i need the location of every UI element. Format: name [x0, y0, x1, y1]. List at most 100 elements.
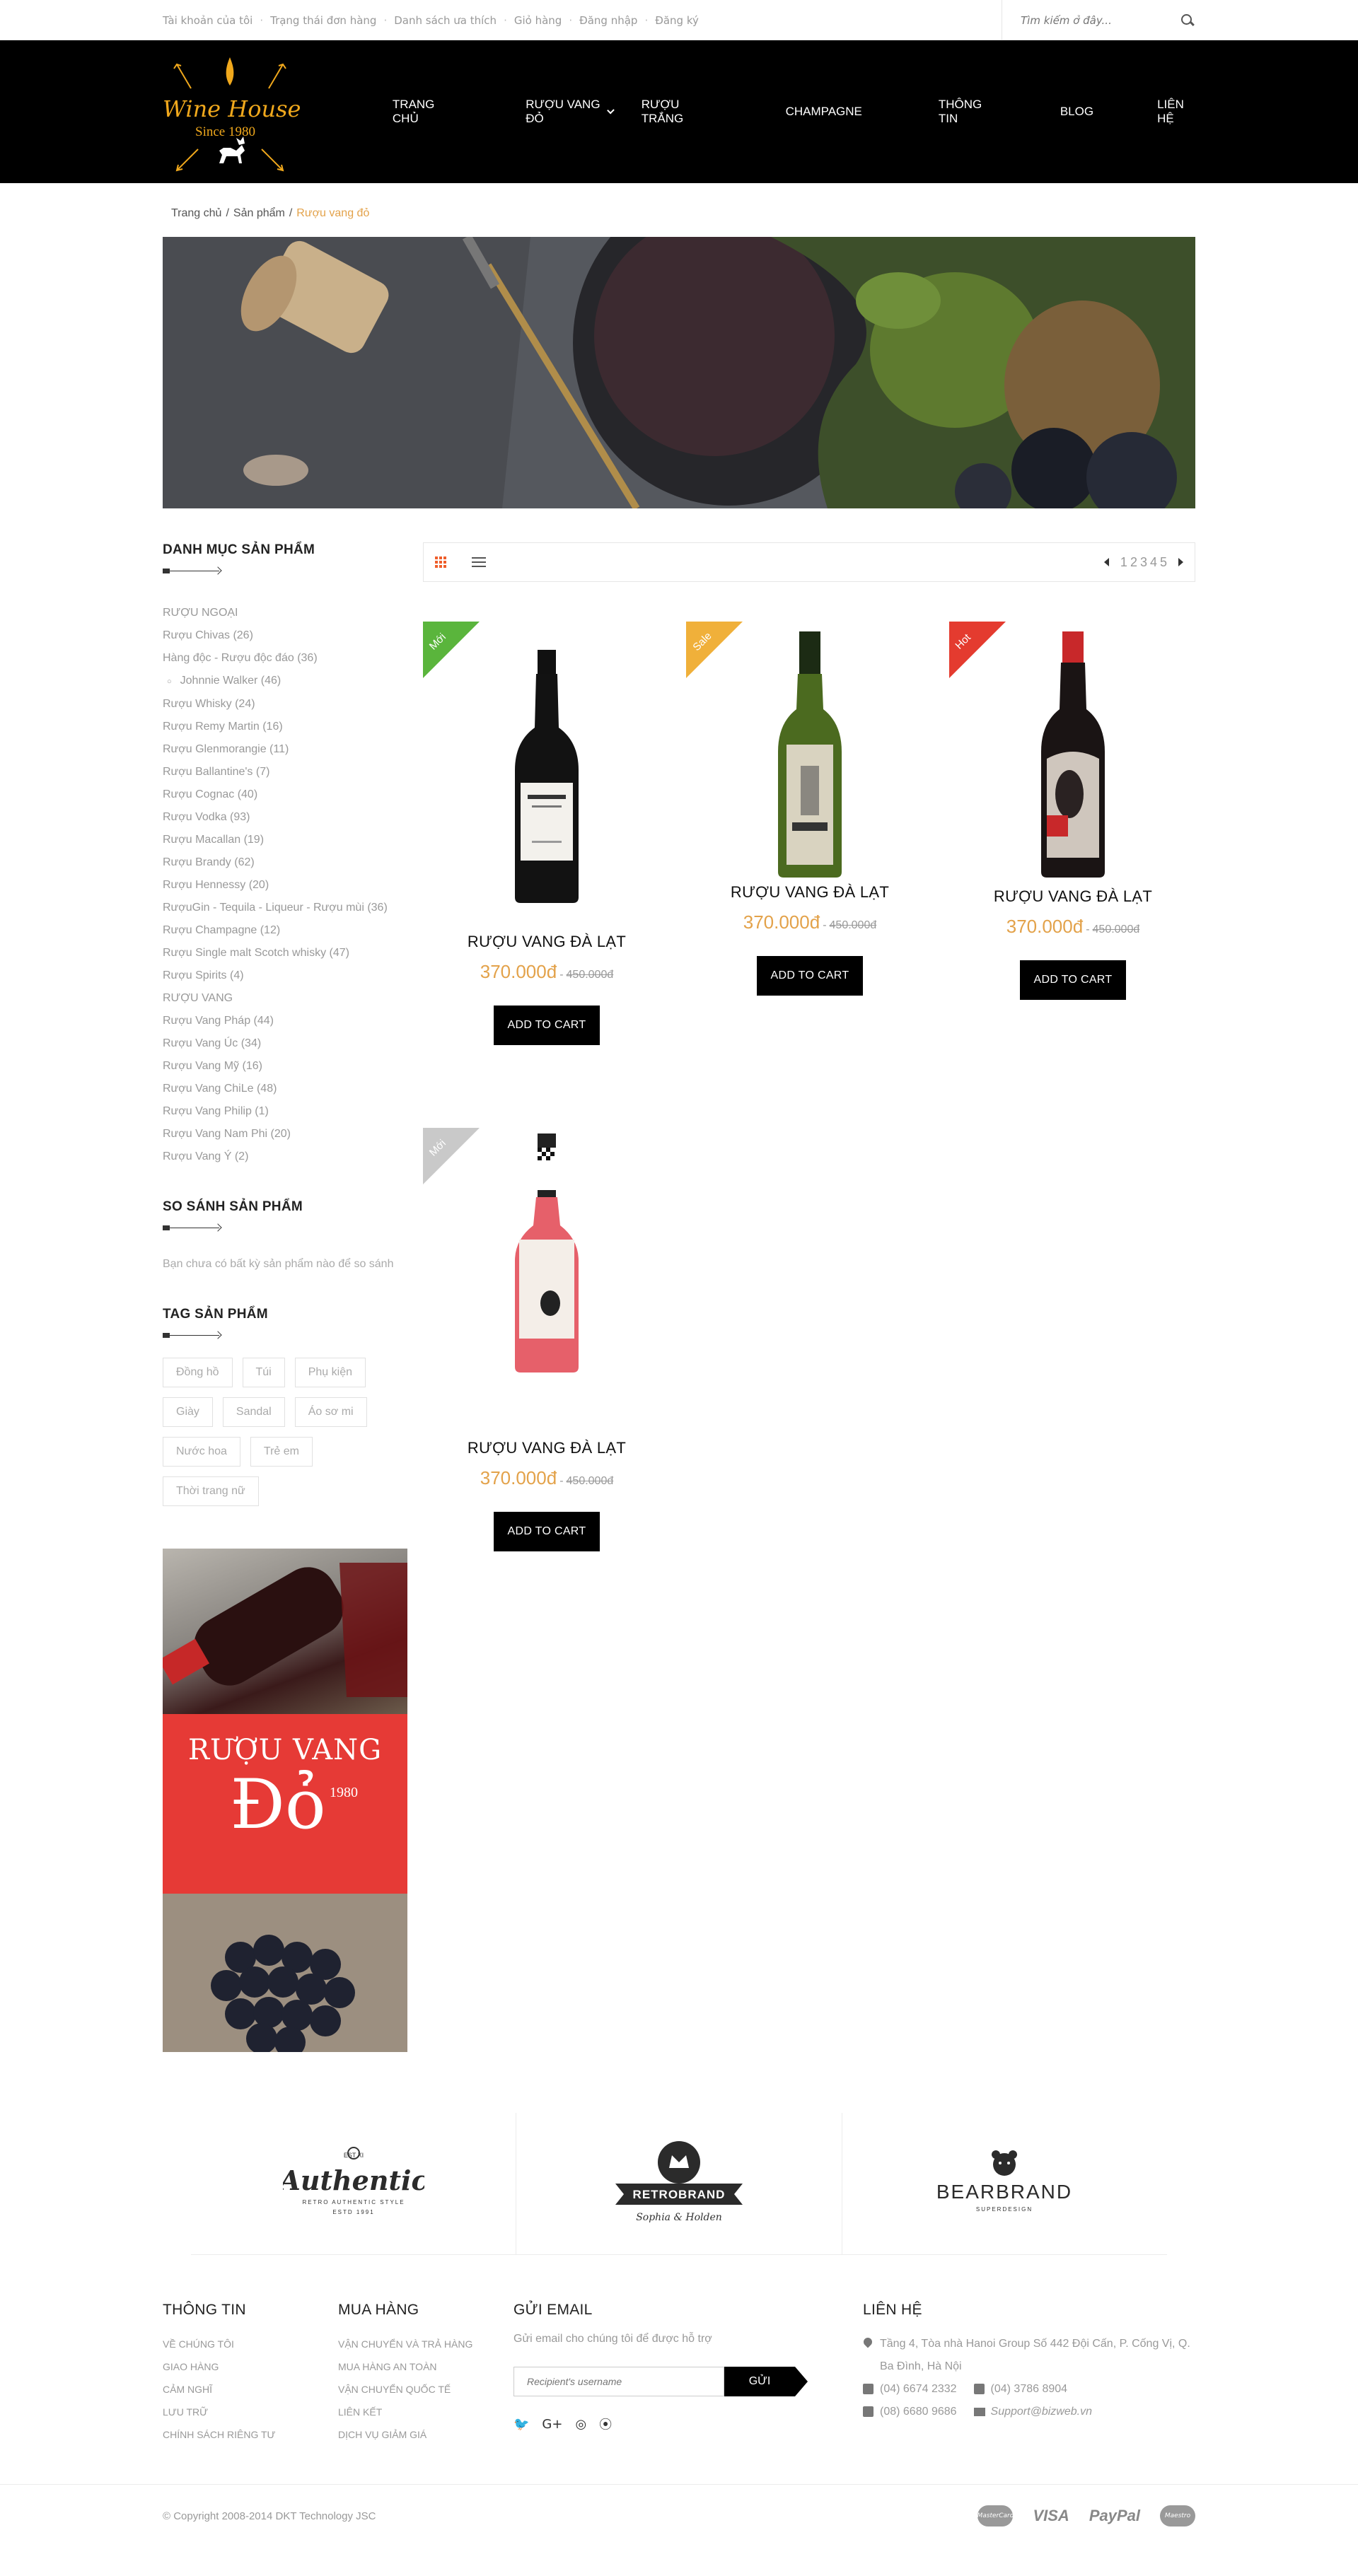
nav-blog[interactable]: BLOG — [1060, 98, 1093, 126]
twitter-icon[interactable]: 🐦 — [513, 2417, 529, 2432]
footer-link[interactable]: MUA HÀNG AN TOÀN — [338, 2355, 513, 2378]
footer-link[interactable]: VỀ CHÚNG TÔI — [163, 2333, 338, 2355]
search-icon[interactable] — [1180, 13, 1195, 28]
category-item[interactable]: Rượu Vang Nam Phi (20) — [163, 1123, 407, 1146]
link-cart[interactable]: Giỏ hàng — [514, 14, 562, 27]
link-my-account[interactable]: Tài khoản của tôi — [163, 14, 253, 27]
footer-shop: MUA HÀNG VẬN CHUYỂN VÀ TRẢ HÀNG MUA HÀNG… — [338, 2302, 513, 2446]
product-image[interactable] — [423, 622, 671, 933]
footer-link[interactable]: CẢM NGHĨ — [163, 2378, 338, 2401]
product-image[interactable] — [949, 622, 1197, 887]
category-item[interactable]: RƯỢU NGOẠI — [163, 602, 407, 624]
category-item[interactable]: Rượu Glenmorangie (11) — [163, 738, 407, 761]
link-login[interactable]: Đăng nhập — [579, 14, 637, 27]
category-item[interactable]: Rượu Vang Ý (2) — [163, 1146, 407, 1168]
category-item[interactable]: Rượu Remy Martin (16) — [163, 716, 407, 738]
nav-contact[interactable]: LIÊN HỆ — [1157, 98, 1195, 126]
product-name[interactable]: RƯỢU VANG ĐÀ LẠT — [423, 933, 671, 951]
page-link[interactable]: 5 — [1160, 555, 1167, 570]
tag[interactable]: Thời trang nữ — [163, 1476, 259, 1506]
product-name[interactable]: RƯỢU VANG ĐÀ LẠT — [423, 1439, 671, 1457]
category-item[interactable]: Rượu Chivas (26) — [163, 624, 407, 647]
support-email[interactable]: Support@bizweb.vn — [991, 2401, 1092, 2423]
brand-retrobrand[interactable]: RETROBRAND Sophia & Holden — [516, 2113, 841, 2254]
breadcrumb-home[interactable]: Trang chủ — [171, 207, 221, 219]
link-wishlist[interactable]: Danh sách ưa thích — [394, 14, 497, 27]
product-image[interactable] — [423, 1128, 671, 1439]
next-page-icon[interactable] — [1178, 558, 1183, 566]
category-item[interactable]: Rượu Vang ChiLe (48) — [163, 1078, 407, 1100]
copyright-bar: © Copyright 2008-2014 DKT Technology JSC… — [0, 2484, 1358, 2546]
tag[interactable]: Nước hoa — [163, 1437, 240, 1467]
link-register[interactable]: Đăng ký — [655, 14, 699, 27]
newsletter-email-input[interactable] — [513, 2367, 724, 2396]
google-plus-icon[interactable]: G+ — [542, 2417, 562, 2432]
product-image[interactable] — [686, 622, 934, 883]
footer-link[interactable]: CHÍNH SÁCH RIÊNG TƯ — [163, 2423, 338, 2446]
list-view-icon[interactable] — [472, 557, 486, 567]
category-item[interactable]: Rượu Spirits (4) — [163, 964, 407, 987]
category-item[interactable]: Rượu Champagne (12) — [163, 919, 407, 942]
ad-title-line2: Đỏ — [230, 1765, 326, 1844]
brand-authentic[interactable]: EST XI Authentic RETRO AUTHENTIC STYLE E… — [191, 2113, 516, 2254]
category-item[interactable]: Rượu Vang Mỹ (16) — [163, 1055, 407, 1078]
category-item[interactable]: Rượu Vodka (93) — [163, 806, 407, 829]
add-to-cart-button[interactable]: ADD TO CART — [493, 1512, 600, 1551]
tag[interactable]: Sandal — [222, 1397, 285, 1427]
product-name[interactable]: RƯỢU VANG ĐÀ LẠT — [949, 887, 1197, 906]
category-item[interactable]: Rượu Cognac (40) — [163, 783, 407, 806]
tag[interactable]: Đồng hồ — [163, 1358, 233, 1387]
category-item[interactable]: Rượu Ballantine's (7) — [163, 761, 407, 783]
page-link[interactable]: 1 — [1120, 555, 1127, 570]
category-item[interactable]: Rượu Vang Pháp (44) — [163, 1010, 407, 1032]
logo[interactable]: Wine House Since 1980 — [163, 52, 301, 172]
category-item[interactable]: Rượu Single malt Scotch whisky (47) — [163, 942, 407, 964]
footer-link[interactable]: DỊCH VỤ GIẢM GIÁ — [338, 2423, 513, 2446]
dribbble-icon[interactable]: ◎ — [575, 2417, 586, 2432]
category-item[interactable]: Rượu Vang Philip (1) — [163, 1100, 407, 1123]
category-item[interactable]: Rượu Vang Úc (34) — [163, 1032, 407, 1055]
nav-champagne[interactable]: CHAMPAGNE — [786, 98, 862, 126]
footer-link[interactable]: VẬN CHUYỂN VÀ TRẢ HÀNG — [338, 2333, 513, 2355]
nav-home[interactable]: TRANG CHỦ — [393, 98, 451, 126]
nav-red-wine[interactable]: RƯỢU VANG ĐỎ — [526, 98, 615, 126]
prev-page-icon[interactable] — [1103, 558, 1109, 566]
rss-icon[interactable]: ⦿ — [599, 2415, 612, 2433]
sidebar-ad-banner[interactable]: RƯỢU VANG Đỏ 1980 — [163, 1549, 407, 2052]
link-order-status[interactable]: Trạng thái đơn hàng — [270, 14, 376, 27]
category-item[interactable]: Johnnie Walker (46) — [163, 670, 407, 693]
footer-email-text: Gửi email cho chúng tôi để được hỗ trợ — [513, 2333, 712, 2345]
newsletter-send-button[interactable]: GỬI — [724, 2367, 808, 2396]
category-item[interactable]: Rượu Brandy (62) — [163, 851, 407, 874]
tag[interactable]: Phụ kiện — [294, 1358, 366, 1387]
category-item[interactable]: RƯỢU VANG — [163, 987, 407, 1010]
page-link[interactable]: 3 — [1140, 555, 1147, 570]
category-item[interactable]: Rượu Macallan (19) — [163, 829, 407, 851]
nav-info[interactable]: THÔNG TIN — [939, 98, 992, 126]
footer-link[interactable]: GIAO HÀNG — [163, 2355, 338, 2378]
tag[interactable]: Áo sơ mi — [294, 1397, 367, 1427]
product-name[interactable]: RƯỢU VANG ĐÀ LẠT — [686, 883, 934, 902]
tag[interactable]: Giày — [163, 1397, 213, 1427]
search-input[interactable] — [1021, 13, 1162, 27]
nav-white-wine[interactable]: RƯỢU TRẮNG — [642, 98, 709, 126]
product-price: 370.000đ — [743, 911, 820, 933]
add-to-cart-button[interactable]: ADD TO CART — [756, 956, 864, 996]
footer-link[interactable]: LIÊN KẾT — [338, 2401, 513, 2423]
footer-link[interactable]: VẬN CHUYỂN QUỐC TẾ — [338, 2378, 513, 2401]
page-link[interactable]: 4 — [1150, 555, 1157, 570]
add-to-cart-button[interactable]: ADD TO CART — [1019, 960, 1127, 1000]
page-link[interactable]: 2 — [1130, 555, 1137, 570]
category-item[interactable]: Rượu Hennessy (20) — [163, 874, 407, 897]
footer-link[interactable]: LƯU TRỮ — [163, 2401, 338, 2423]
category-item[interactable]: Rượu Whisky (24) — [163, 693, 407, 716]
tag[interactable]: Trẻ em — [250, 1437, 313, 1467]
breadcrumb-products[interactable]: Sản phẩm — [233, 207, 285, 219]
category-item[interactable]: RượuGin - Tequila - Liqueur - Rượu mùi (… — [163, 897, 407, 919]
add-to-cart-button[interactable]: ADD TO CART — [493, 1006, 600, 1045]
brand-bearbrand[interactable]: BEARBRAND SUPERDESIGN — [841, 2113, 1167, 2254]
category-item[interactable]: Hàng độc - Rượu độc đáo (36) — [163, 647, 407, 670]
tag[interactable]: Túi — [242, 1358, 285, 1387]
svg-text:RETRO AUTHENTIC STYLE: RETRO AUTHENTIC STYLE — [302, 2199, 405, 2205]
grid-view-icon[interactable] — [435, 556, 448, 568]
